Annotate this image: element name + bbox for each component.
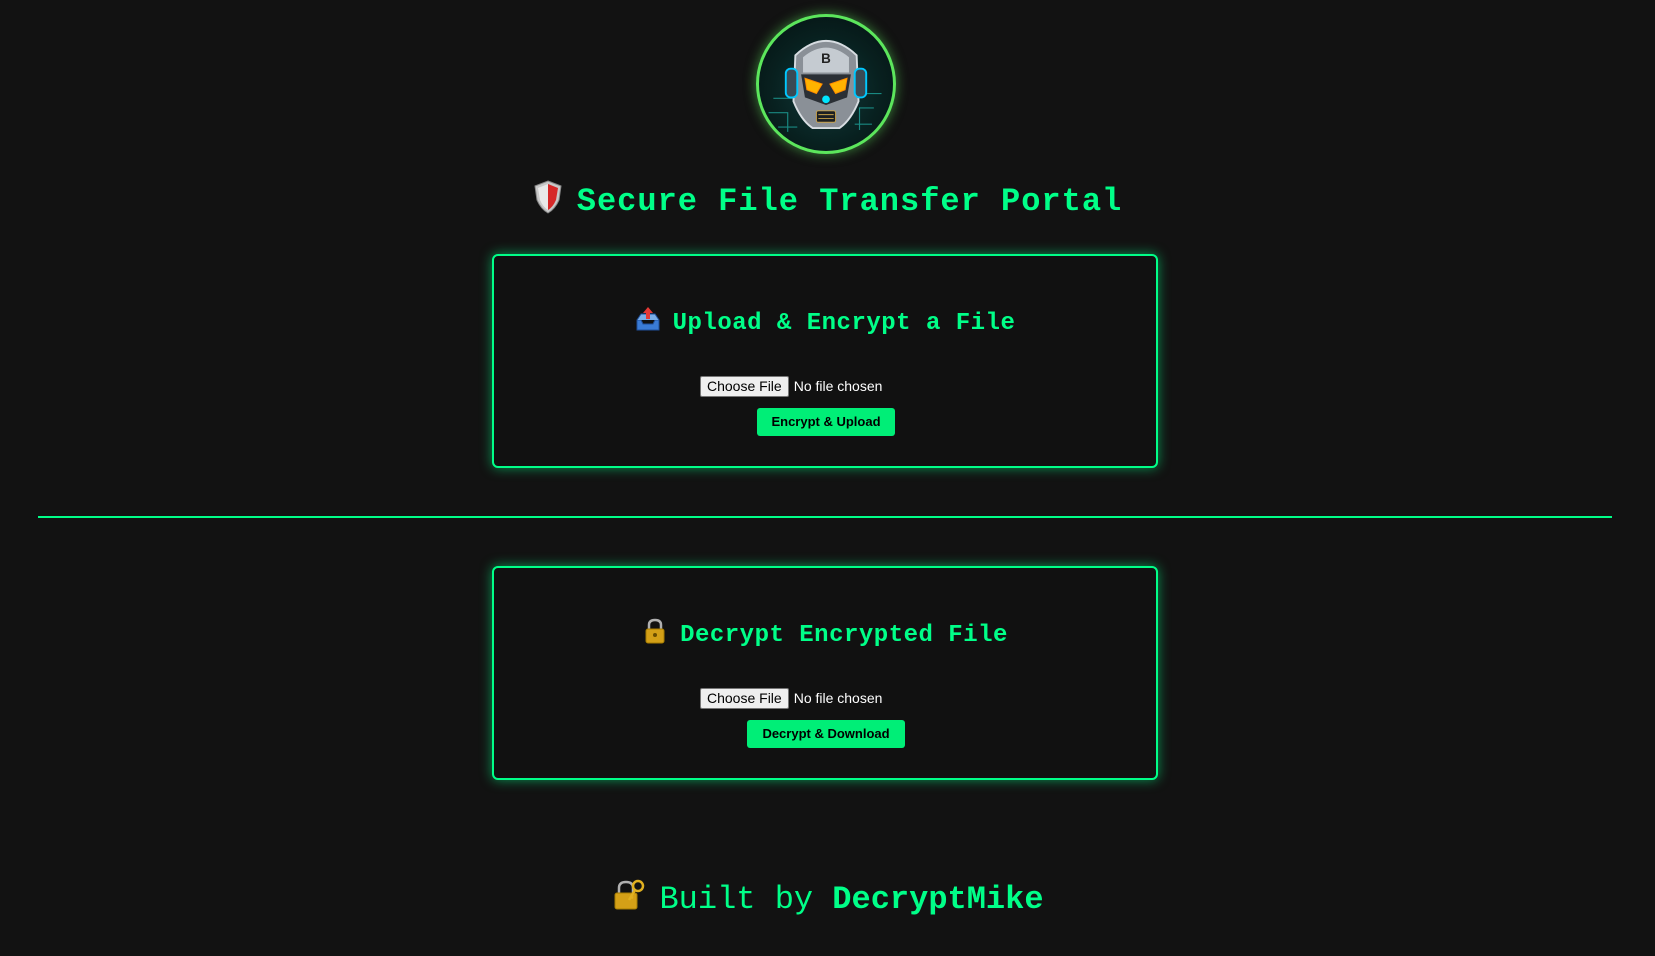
- decrypt-card-title-text: Decrypt Encrypted File: [680, 622, 1008, 649]
- shield-icon: [534, 180, 562, 214]
- robot-avatar-logo: B: [756, 14, 896, 154]
- upload-card-title-text: Upload & Encrypt a File: [672, 310, 1016, 337]
- svg-text:B: B: [821, 51, 831, 66]
- upload-card-title: Upload & Encrypt a File: [494, 306, 1156, 340]
- decrypt-card-title: Decrypt Encrypted File: [494, 618, 1156, 652]
- footer-credit: Built by DecryptMike: [0, 878, 1655, 922]
- upload-encrypt-card: Upload & Encrypt a File Choose File No f…: [492, 254, 1158, 468]
- footer-author: DecryptMike: [832, 881, 1044, 918]
- robot-head-icon: B: [768, 40, 882, 132]
- upload-file-status: No file chosen: [793, 378, 883, 394]
- decrypt-choose-file-button[interactable]: Choose File: [700, 687, 789, 709]
- page-title-text: Secure File Transfer Portal: [576, 183, 1123, 220]
- outbox-tray-icon: [636, 307, 660, 331]
- decrypt-file-input[interactable]: Choose File No file chosen: [700, 687, 882, 709]
- upload-choose-file-button[interactable]: Choose File: [700, 375, 789, 397]
- decrypt-file-status: No file chosen: [793, 690, 883, 706]
- upload-file-input[interactable]: Choose File No file chosen: [700, 375, 882, 397]
- lock-with-key-icon: [614, 879, 645, 910]
- encrypt-upload-button[interactable]: Encrypt & Upload: [757, 408, 895, 436]
- padlock-icon: [645, 618, 665, 644]
- footer-prefix: Built by: [659, 881, 814, 918]
- decrypt-download-button[interactable]: Decrypt & Download: [747, 720, 905, 748]
- page-title: Secure File Transfer Portal: [0, 180, 1655, 224]
- decrypt-card: Decrypt Encrypted File Choose File No fi…: [492, 566, 1158, 780]
- section-divider: [38, 516, 1612, 518]
